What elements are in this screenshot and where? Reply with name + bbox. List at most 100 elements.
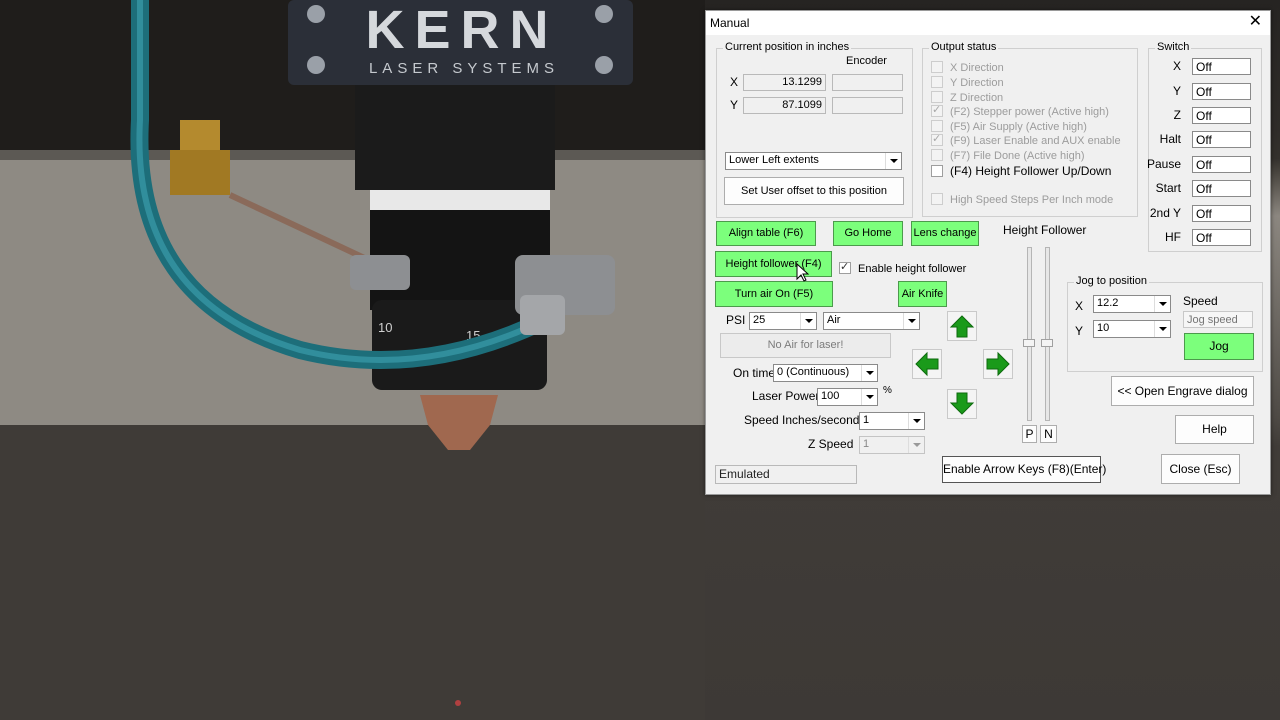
enable-height-follower-label: Enable height follower <box>858 263 967 275</box>
set-user-offset-button[interactable]: Set User offset to this position <box>724 177 904 205</box>
move-right-button[interactable] <box>983 349 1013 379</box>
align-table-button[interactable]: Align table (F6) <box>716 221 816 246</box>
status-field: Emulated <box>715 465 857 484</box>
checkbox-box <box>931 91 943 103</box>
speed-label: Speed Inches/second <box>744 413 860 427</box>
jog-speed-input[interactable] <box>1183 311 1253 328</box>
switch-value-field: Off <box>1192 58 1251 75</box>
switch-label: Y <box>1172 84 1181 98</box>
z-speed-label: Z Speed <box>808 437 854 451</box>
air-knife-button[interactable]: Air Knife <box>898 281 947 307</box>
output-status-label: Z Direction <box>950 92 1004 104</box>
switch-label: Start <box>1155 181 1181 195</box>
switch-label: 2nd Y <box>1149 206 1181 220</box>
percent-unit: % <box>883 385 892 396</box>
output-status-label: (F7) File Done (Active high) <box>950 150 1085 162</box>
on-time-value: 0 (Continuous) <box>777 366 850 378</box>
output-status-checkbox[interactable]: Y Direction <box>931 76 1004 89</box>
on-time-select[interactable]: 0 (Continuous) <box>773 364 878 382</box>
arrow-left-icon <box>915 351 939 377</box>
x-label: X <box>730 75 739 89</box>
y-position-field: 87.1099 <box>743 97 826 114</box>
height-follower-slider-n[interactable] <box>1045 247 1050 421</box>
title-bar: Manual ✕ <box>706 11 1270 35</box>
y-encoder-field <box>832 97 903 114</box>
switch-value-field: Off <box>1192 107 1251 124</box>
enable-height-follower-checkbox[interactable]: Enable height follower <box>839 260 967 275</box>
help-button[interactable]: Help <box>1175 415 1254 444</box>
jog-button[interactable]: Jog <box>1184 333 1254 360</box>
output-status-checkbox[interactable]: (F4) Height Follower Up/Down <box>931 164 1111 178</box>
chevron-down-icon <box>1154 321 1170 337</box>
output-status-checkbox[interactable]: (F7) File Done (Active high) <box>931 149 1085 162</box>
output-status-label: X Direction <box>950 62 1004 74</box>
switch-value-field: Off <box>1192 180 1251 197</box>
x-position-field: 13.1299 <box>743 74 826 91</box>
psi-value: 25 <box>753 314 766 326</box>
checkbox-box <box>931 165 943 177</box>
close-button[interactable]: Close (Esc) <box>1161 454 1240 484</box>
jog-speed-label: Speed <box>1183 294 1218 308</box>
output-status-checkbox[interactable]: (F5) Air Supply (Active high) <box>931 120 1087 133</box>
chevron-down-icon <box>903 313 919 329</box>
chevron-down-icon <box>885 153 901 169</box>
height-follower-label: Height Follower <box>1003 223 1087 237</box>
psi-select[interactable]: 25 <box>749 312 817 330</box>
jog-y-value: 10 <box>1097 322 1110 334</box>
lens-change-button[interactable]: Lens change <box>911 221 979 246</box>
checkbox-box <box>839 260 851 274</box>
jog-y-label: Y <box>1075 324 1084 338</box>
speed-select[interactable]: 1 <box>859 412 925 430</box>
slider-thumb-n[interactable] <box>1041 339 1053 347</box>
mouse-cursor-icon <box>796 263 810 282</box>
z-speed-select[interactable]: 1 <box>859 436 925 454</box>
jog-x-value: 12.2 <box>1097 297 1119 309</box>
high-speed-label: High Speed Steps Per Inch mode <box>950 194 1114 206</box>
move-up-button[interactable] <box>947 311 977 341</box>
slider-thumb-p[interactable] <box>1023 339 1035 347</box>
dialog-title: Manual <box>710 16 750 30</box>
switch-label: Halt <box>1159 132 1181 146</box>
jog-y-select[interactable]: 10 <box>1093 320 1171 338</box>
gas-select[interactable]: Air <box>823 312 920 330</box>
brand-subtext: LASER SYSTEMS <box>369 60 559 77</box>
checkbox-box <box>931 103 943 117</box>
switch-group-label: Switch <box>1155 41 1192 53</box>
checkbox-box <box>931 193 943 205</box>
output-status-label: (F9) Laser Enable and AUX enable <box>950 135 1121 147</box>
chevron-down-icon <box>908 413 924 429</box>
output-status-label: Output status <box>929 41 999 53</box>
encoder-label: Encoder <box>846 55 887 67</box>
psi-label: PSI <box>726 313 746 327</box>
output-status-checkbox[interactable]: (F2) Stepper power (Active high) <box>931 103 1109 118</box>
chevron-down-icon <box>800 313 816 329</box>
no-air-button[interactable]: No Air for laser! <box>720 333 891 358</box>
turn-air-on-button[interactable]: Turn air On (F5) <box>715 281 833 307</box>
jog-x-select[interactable]: 12.2 <box>1093 295 1171 313</box>
output-status-label: (F2) Stepper power (Active high) <box>950 106 1109 118</box>
p-button[interactable]: P <box>1022 425 1037 443</box>
output-status-checkbox[interactable]: Z Direction <box>931 91 1003 104</box>
enable-arrow-keys-button[interactable]: Enable Arrow Keys (F8)(Enter) <box>942 456 1106 483</box>
height-follower-button[interactable]: Height follower (F4) <box>715 251 832 277</box>
n-button[interactable]: N <box>1040 425 1057 443</box>
chevron-down-icon <box>861 365 877 381</box>
extents-select[interactable]: Lower Left extents <box>725 152 902 170</box>
open-engrave-button[interactable]: << Open Engrave dialog <box>1111 376 1254 406</box>
move-down-button[interactable] <box>947 389 977 419</box>
go-home-button[interactable]: Go Home <box>833 221 903 246</box>
laser-power-select[interactable]: 100 <box>817 388 878 406</box>
scale-mark-10: 10 <box>378 320 392 335</box>
on-time-label: On time <box>733 366 776 380</box>
output-status-label: (F5) Air Supply (Active high) <box>950 121 1087 133</box>
high-speed-checkbox[interactable]: High Speed Steps Per Inch mode <box>931 193 1113 206</box>
output-status-checkbox[interactable]: (F9) Laser Enable and AUX enable <box>931 132 1121 147</box>
output-status-checkbox[interactable]: X Direction <box>931 61 1004 74</box>
checkbox-box <box>931 132 943 146</box>
close-icon[interactable]: ✕ <box>1249 14 1262 30</box>
output-status-label: Y Direction <box>950 77 1004 89</box>
machine-photo: KERN LASER SYSTEMS 10 15 <box>0 0 705 720</box>
switch-value-field: Off <box>1192 131 1251 148</box>
move-left-button[interactable] <box>912 349 942 379</box>
height-follower-slider-p[interactable] <box>1027 247 1032 421</box>
